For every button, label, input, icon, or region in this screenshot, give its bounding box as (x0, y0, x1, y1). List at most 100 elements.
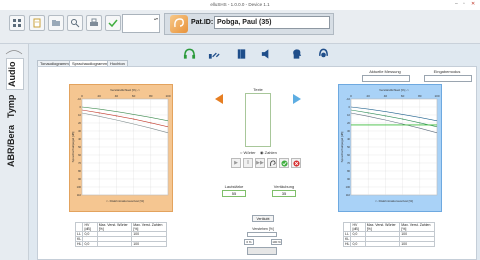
numbers-radio-label: Zahlen (264, 150, 277, 155)
chart-bottom-label: <- Diskriminationsverlust [%] (106, 199, 144, 203)
patient-name-field[interactable]: Pobga, Paul (35) (214, 16, 330, 29)
text-list[interactable] (245, 93, 271, 147)
current-measurement-label: Aktuelle Messung (369, 69, 401, 74)
x-tick-label: 40 (115, 94, 119, 98)
document-icon (33, 18, 41, 28)
table-header-cell: Max. Verst. Wörter [%] (96, 222, 133, 232)
free-field-button[interactable] (207, 47, 222, 61)
wrong-button[interactable] (291, 158, 301, 168)
right-speech-chart[interactable]: 0 20 40 60 80 100-100102030405060708090100110… (339, 85, 443, 213)
input-mode-field (424, 75, 472, 82)
y-tick-label: 70 (347, 161, 350, 165)
tab-tymp[interactable]: Tymp (6, 92, 22, 120)
grid-icon (13, 19, 21, 27)
maximize-icon[interactable]: ▫ (463, 1, 465, 7)
table-cell: HL (74, 241, 84, 247)
head-profile-icon (293, 49, 302, 59)
y-tick-label: -10 (346, 97, 350, 101)
checkmark-icon (108, 19, 118, 28)
close-icon[interactable]: ✕ (471, 1, 475, 7)
y-tick-label: 0 (349, 105, 351, 109)
stepper-min[interactable]: 0 % (244, 239, 254, 245)
table-header-cell (74, 222, 84, 232)
next-button[interactable]: ▶▶ (255, 158, 265, 168)
collapse-icon[interactable] (5, 46, 23, 56)
table-header-cell: Max. Verst. Zahlen [%] (399, 222, 435, 232)
y-tick-label: 70 (78, 161, 81, 165)
x-tick-label: 20 (98, 94, 102, 98)
patient-list-button[interactable] (9, 15, 25, 31)
chart-left-label: Sprachschallpegel [dB] (71, 131, 75, 162)
masked-button[interactable]: Vertäubt (252, 215, 274, 222)
curve-marker: × (150, 121, 152, 125)
open-button[interactable] (48, 15, 64, 31)
texts-label: Texte (253, 87, 263, 92)
book-icon (237, 49, 246, 59)
search-button[interactable] (67, 15, 83, 31)
y-tick-label: -10 (77, 97, 81, 101)
search-icon (71, 19, 80, 28)
table-row: HL 0,0 100 (74, 241, 167, 247)
left-tab-strip: Audio Tymp ABR/Bera (0, 44, 29, 260)
left-ear-arrow-icon[interactable] (215, 94, 223, 106)
level-value[interactable]: 55 (222, 190, 246, 197)
ear-logo-icon (174, 18, 184, 28)
words-radio[interactable]: ○ (240, 150, 242, 155)
table-header-row: HV [dB] Max. Verst. Wörter [%] Max. Verst.… (74, 222, 167, 232)
aided-button[interactable] (316, 47, 331, 61)
result-field[interactable] (247, 232, 277, 237)
speaker-button[interactable] (259, 47, 274, 61)
curve-marker: × (367, 111, 369, 115)
confirm-button[interactable] (105, 15, 121, 31)
y-tick-label: 60 (347, 153, 350, 157)
left-speech-chart[interactable]: 0 20 40 60 80 100-100102030405060708090100110… (70, 85, 174, 213)
y-tick-label: 110 (77, 193, 82, 197)
spinner-arrows-icon: ▴▾ (153, 16, 158, 21)
right-results-table: HV [dB] Max. Verst. Wörter [%] Max. Verst.… (342, 222, 435, 247)
y-tick-label: 60 (78, 153, 81, 157)
words-radio-row[interactable]: ○ Wörter (240, 150, 256, 155)
head-profile-button[interactable] (289, 47, 304, 61)
left-results-table: HV [dB] Max. Verst. Wörter [%] Max. Verst.… (74, 222, 167, 247)
numbers-radio[interactable]: ◉ (260, 150, 264, 155)
curve-marker: × (133, 117, 135, 121)
numbers-radio-row[interactable]: ◉ Zahlen (260, 150, 277, 155)
y-tick-label: 110 (346, 193, 351, 197)
chart-left-label: Sprachschallpegel [dB] (340, 131, 344, 162)
table-cell: 0,0 (82, 241, 98, 247)
table-header-cell: Max. Verst. Wörter [%] (364, 222, 401, 232)
device-field[interactable]: ▴▾ (122, 14, 160, 33)
headphones-button[interactable] (182, 47, 197, 61)
tab-abr-bera[interactable]: ABR/Bera (6, 124, 22, 168)
minimize-icon[interactable]: – (455, 1, 458, 7)
toolbar: ▴▾ Pat.ID: Pobga, Paul (35) (0, 10, 480, 44)
tab-audio[interactable]: Audio (6, 58, 24, 90)
ear-button[interactable] (267, 158, 277, 168)
result-label: Verstehen [%] (252, 227, 274, 231)
stepper-max[interactable]: 100 % (271, 239, 282, 245)
y-tick-label: 90 (78, 177, 81, 181)
bone-conduction-button[interactable] (234, 47, 249, 61)
y-tick-label: 50 (78, 145, 81, 149)
right-ear-arrow-icon[interactable] (293, 94, 301, 106)
new-document-button[interactable] (29, 15, 45, 31)
play-button[interactable]: ▶ (231, 158, 241, 168)
right-ear-chart-panel: 0 20 40 60 80 100 -10 0 10 20 30 40 50 60 70 80 90 100 110… (338, 84, 442, 212)
table-cell: 100 (399, 241, 435, 247)
y-tick-label: 80 (347, 169, 350, 173)
y-tick-label: 100 (77, 185, 82, 189)
masking-value[interactable]: 35 (272, 190, 296, 197)
y-tick-label: 10 (347, 113, 350, 117)
print-button[interactable] (86, 15, 102, 31)
x-tick-label: 40 (384, 94, 388, 98)
curve-marker: × (419, 121, 421, 125)
table-header-cell: HV [dB] (350, 222, 366, 232)
chart-top-label: Verständlichkeit [%] -> (379, 88, 409, 92)
pause-button[interactable]: ‖ (243, 158, 253, 168)
x-tick-label: 20 (367, 94, 371, 98)
correct-button[interactable] (279, 158, 289, 168)
x-tick-label: 80 (149, 94, 153, 98)
curve-marker: × (402, 117, 404, 121)
table-row: HL 0,0 100 (342, 241, 435, 247)
y-tick-label: 40 (347, 137, 350, 141)
